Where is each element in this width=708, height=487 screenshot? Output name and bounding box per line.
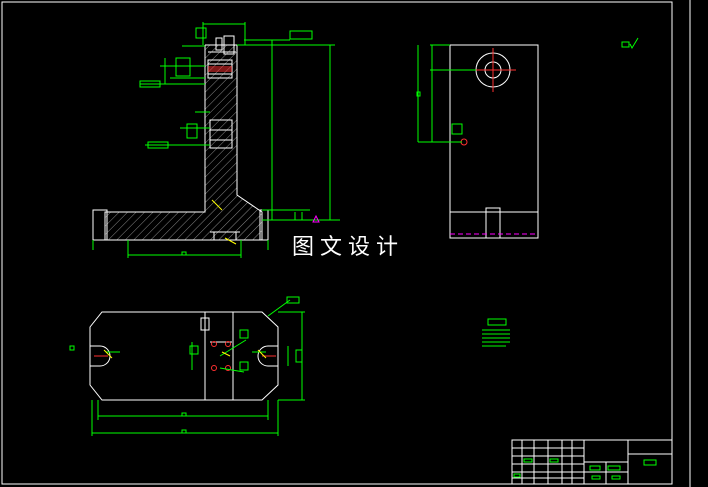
plan-leaders [103, 349, 267, 359]
roughness-symbol-icon [621, 37, 639, 50]
side-view [416, 44, 539, 239]
plan-view-outline [89, 311, 279, 401]
plan-view [69, 296, 305, 436]
datum-triangle-icon [312, 214, 320, 223]
front-section-view [92, 22, 340, 258]
side-dimensions [416, 44, 476, 143]
front-section-hatch [105, 45, 262, 240]
plan-details [200, 312, 234, 400]
side-view-outline [449, 44, 539, 239]
front-thread-mark [208, 66, 232, 72]
watermark-text: 图文设计 [292, 235, 405, 260]
technical-notes-block [482, 318, 510, 347]
title-block [511, 439, 673, 485]
plan-holes [94, 341, 276, 371]
